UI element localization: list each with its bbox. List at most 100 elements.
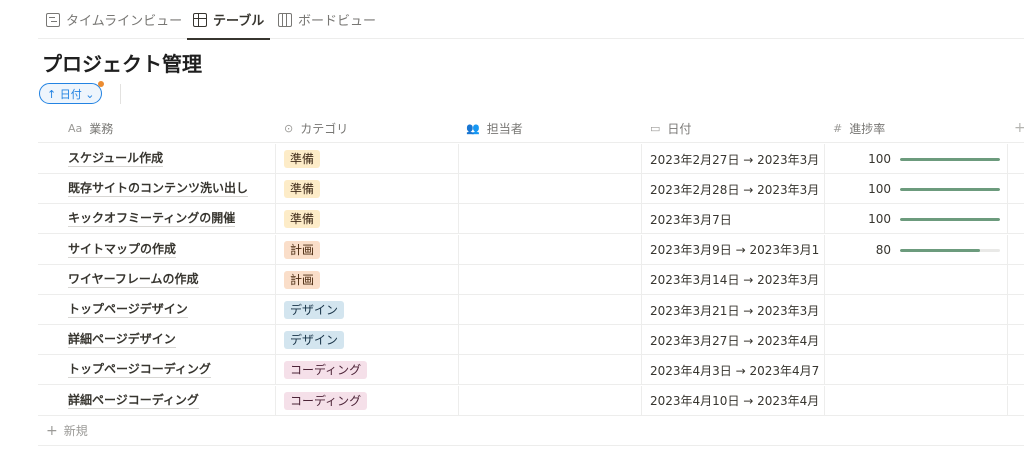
tab-timeline-label: タイムラインビュー xyxy=(66,14,183,29)
date-cell[interactable]: 2023年3月14日 → 2023年3月 xyxy=(641,264,824,295)
assignee-cell[interactable] xyxy=(458,204,641,235)
category-tag: 準備 xyxy=(284,210,321,229)
new-row-label: 新規 xyxy=(63,424,88,438)
date-range: 2023年2月27日 → 2023年3月 xyxy=(650,152,820,167)
progress-cell[interactable] xyxy=(824,385,1007,416)
task-name[interactable]: スケジュール作成 xyxy=(68,151,164,167)
timeline-icon xyxy=(46,12,60,27)
date-cell[interactable]: 2023年3月27日 → 2023年4月 xyxy=(641,325,824,356)
progress-bar-fill xyxy=(900,158,1000,161)
text-property-icon: Aa xyxy=(68,122,83,135)
tab-table[interactable]: テーブル xyxy=(186,0,271,40)
empty-cell xyxy=(1007,234,1024,265)
progress-bar xyxy=(900,248,1000,252)
assignee-cell[interactable] xyxy=(458,325,641,356)
table-row[interactable]: サイトマップの作成 計画 2023年3月9日 → 2023年3月1 80 xyxy=(38,234,1024,265)
task-name-cell[interactable]: スケジュール作成 xyxy=(68,144,274,174)
progress-value: 100 xyxy=(868,212,891,227)
sort-by-date-button[interactable]: ↑ 日付 ⌄ xyxy=(39,81,105,104)
category-cell[interactable]: コーディング xyxy=(275,385,458,416)
task-name-cell[interactable]: トップページコーディング xyxy=(68,355,274,385)
progress-cell[interactable] xyxy=(824,295,1007,325)
new-row-button[interactable]: + 新規 xyxy=(38,416,1024,446)
category-cell[interactable]: コーディング xyxy=(275,355,458,386)
category-cell[interactable]: デザイン xyxy=(275,295,458,325)
date-range: 2023年3月27日 → 2023年4月 xyxy=(650,333,820,348)
progress-cell[interactable]: 100 xyxy=(824,174,1007,205)
tab-timeline[interactable]: タイムラインビュー xyxy=(46,0,182,39)
column-header-progress[interactable]: # 進捗率 xyxy=(833,114,885,143)
task-name[interactable]: トップページデザイン xyxy=(68,302,188,318)
assignee-cell[interactable] xyxy=(458,264,641,295)
column-header-progress-label: 進捗率 xyxy=(849,122,886,136)
task-name-cell[interactable]: キックオフミーティングの開催 xyxy=(68,204,274,234)
category-cell[interactable]: 準備 xyxy=(275,174,458,205)
progress-cell[interactable]: 100 xyxy=(824,144,1007,174)
table-row[interactable]: 詳細ページデザイン デザイン 2023年3月27日 → 2023年4月 xyxy=(38,325,1024,356)
progress-cell[interactable]: 80 xyxy=(824,234,1007,265)
category-cell[interactable]: 準備 xyxy=(275,144,458,174)
table-row[interactable]: トップページコーディング コーディング 2023年4月3日 → 2023年4月7 xyxy=(38,355,1024,386)
assignee-cell[interactable] xyxy=(458,355,641,386)
column-header-category[interactable]: ⊙ カテゴリ xyxy=(284,114,348,143)
task-name[interactable]: キックオフミーティングの開催 xyxy=(68,211,236,228)
add-property-icon[interactable]: + xyxy=(1014,120,1024,136)
date-cell[interactable]: 2023年2月28日 → 2023年3月 xyxy=(641,174,824,205)
column-header-assignee[interactable]: 👥 担当者 xyxy=(466,114,523,143)
assignee-cell[interactable] xyxy=(458,234,641,265)
assignee-cell[interactable] xyxy=(458,385,641,416)
column-header-name[interactable]: Aa 業務 xyxy=(68,114,113,143)
date-cell[interactable]: 2023年3月7日 xyxy=(641,204,824,235)
task-name[interactable]: 既存サイトのコンテンツ洗い出し xyxy=(68,181,249,198)
category-cell[interactable]: 準備 xyxy=(275,204,458,235)
task-name-cell[interactable]: 詳細ページコーディング xyxy=(68,386,274,416)
table-row[interactable]: 既存サイトのコンテンツ洗い出し 準備 2023年2月28日 → 2023年3月 100 xyxy=(38,174,1024,205)
task-name-cell[interactable]: サイトマップの作成 xyxy=(68,235,274,265)
category-tag: デザイン xyxy=(284,301,345,319)
table-row[interactable]: スケジュール作成 準備 2023年2月27日 → 2023年3月 100 xyxy=(38,144,1024,174)
task-name-cell[interactable]: 既存サイトのコンテンツ洗い出し xyxy=(68,174,274,204)
assignee-cell[interactable] xyxy=(458,295,641,325)
table-row[interactable]: 詳細ページコーディング コーディング 2023年4月10日 → 2023年4月 xyxy=(38,385,1024,416)
assignee-cell[interactable] xyxy=(458,174,641,205)
task-name[interactable]: サイトマップの作成 xyxy=(68,242,177,258)
empty-cell xyxy=(1007,325,1024,356)
category-tag: 準備 xyxy=(284,150,321,168)
progress-cell[interactable] xyxy=(824,264,1007,295)
progress-value: 100 xyxy=(868,182,891,197)
date-cell[interactable]: 2023年4月3日 → 2023年4月7 xyxy=(641,355,824,386)
date-cell[interactable]: 2023年3月21日 → 2023年3月 xyxy=(641,295,824,325)
sort-label: ↑ 日付 ⌄ xyxy=(47,87,95,101)
category-cell[interactable]: 計画 xyxy=(275,264,458,295)
task-name-cell[interactable]: 詳細ページデザイン xyxy=(68,325,274,355)
task-name[interactable]: 詳細ページコーディング xyxy=(68,393,199,409)
task-name-cell[interactable]: トップページデザイン xyxy=(68,295,274,325)
category-cell[interactable]: 計画 xyxy=(275,234,458,265)
date-range: 2023年4月10日 → 2023年4月 xyxy=(650,394,820,409)
column-header-date[interactable]: ▭ 日付 xyxy=(650,114,691,143)
progress-bar-fill xyxy=(900,218,1000,222)
progress-cell[interactable] xyxy=(824,355,1007,386)
date-cell[interactable]: 2023年4月10日 → 2023年4月 xyxy=(641,385,824,416)
table-row[interactable]: ワイヤーフレームの作成 計画 2023年3月14日 → 2023年3月 xyxy=(38,264,1024,295)
date-cell[interactable]: 2023年3月9日 → 2023年3月1 xyxy=(641,234,824,265)
tab-board[interactable]: ボードビュー xyxy=(278,0,376,39)
assignee-cell[interactable] xyxy=(458,144,641,174)
table-row[interactable]: キックオフミーティングの開催 準備 2023年3月7日 100 xyxy=(38,204,1024,235)
divider xyxy=(120,84,121,104)
board-icon xyxy=(278,12,292,27)
tab-board-label: ボードビュー xyxy=(298,14,377,29)
task-name-cell[interactable]: ワイヤーフレームの作成 xyxy=(68,265,274,295)
task-name[interactable]: ワイヤーフレームの作成 xyxy=(68,272,199,288)
category-cell[interactable]: デザイン xyxy=(275,325,458,356)
table-row[interactable]: トップページデザイン デザイン 2023年3月21日 → 2023年3月 xyxy=(38,295,1024,325)
date-property-icon: ▭ xyxy=(650,122,661,135)
progress-cell[interactable] xyxy=(824,325,1007,356)
progress-cell[interactable]: 100 xyxy=(824,204,1007,235)
empty-cell xyxy=(1007,144,1024,174)
task-name[interactable]: トップページコーディング xyxy=(68,362,211,379)
task-name[interactable]: 詳細ページデザイン xyxy=(68,332,176,349)
date-cell[interactable]: 2023年2月27日 → 2023年3月 xyxy=(641,144,824,174)
category-tag: コーディング xyxy=(284,361,368,380)
progress-bar xyxy=(900,188,1000,192)
